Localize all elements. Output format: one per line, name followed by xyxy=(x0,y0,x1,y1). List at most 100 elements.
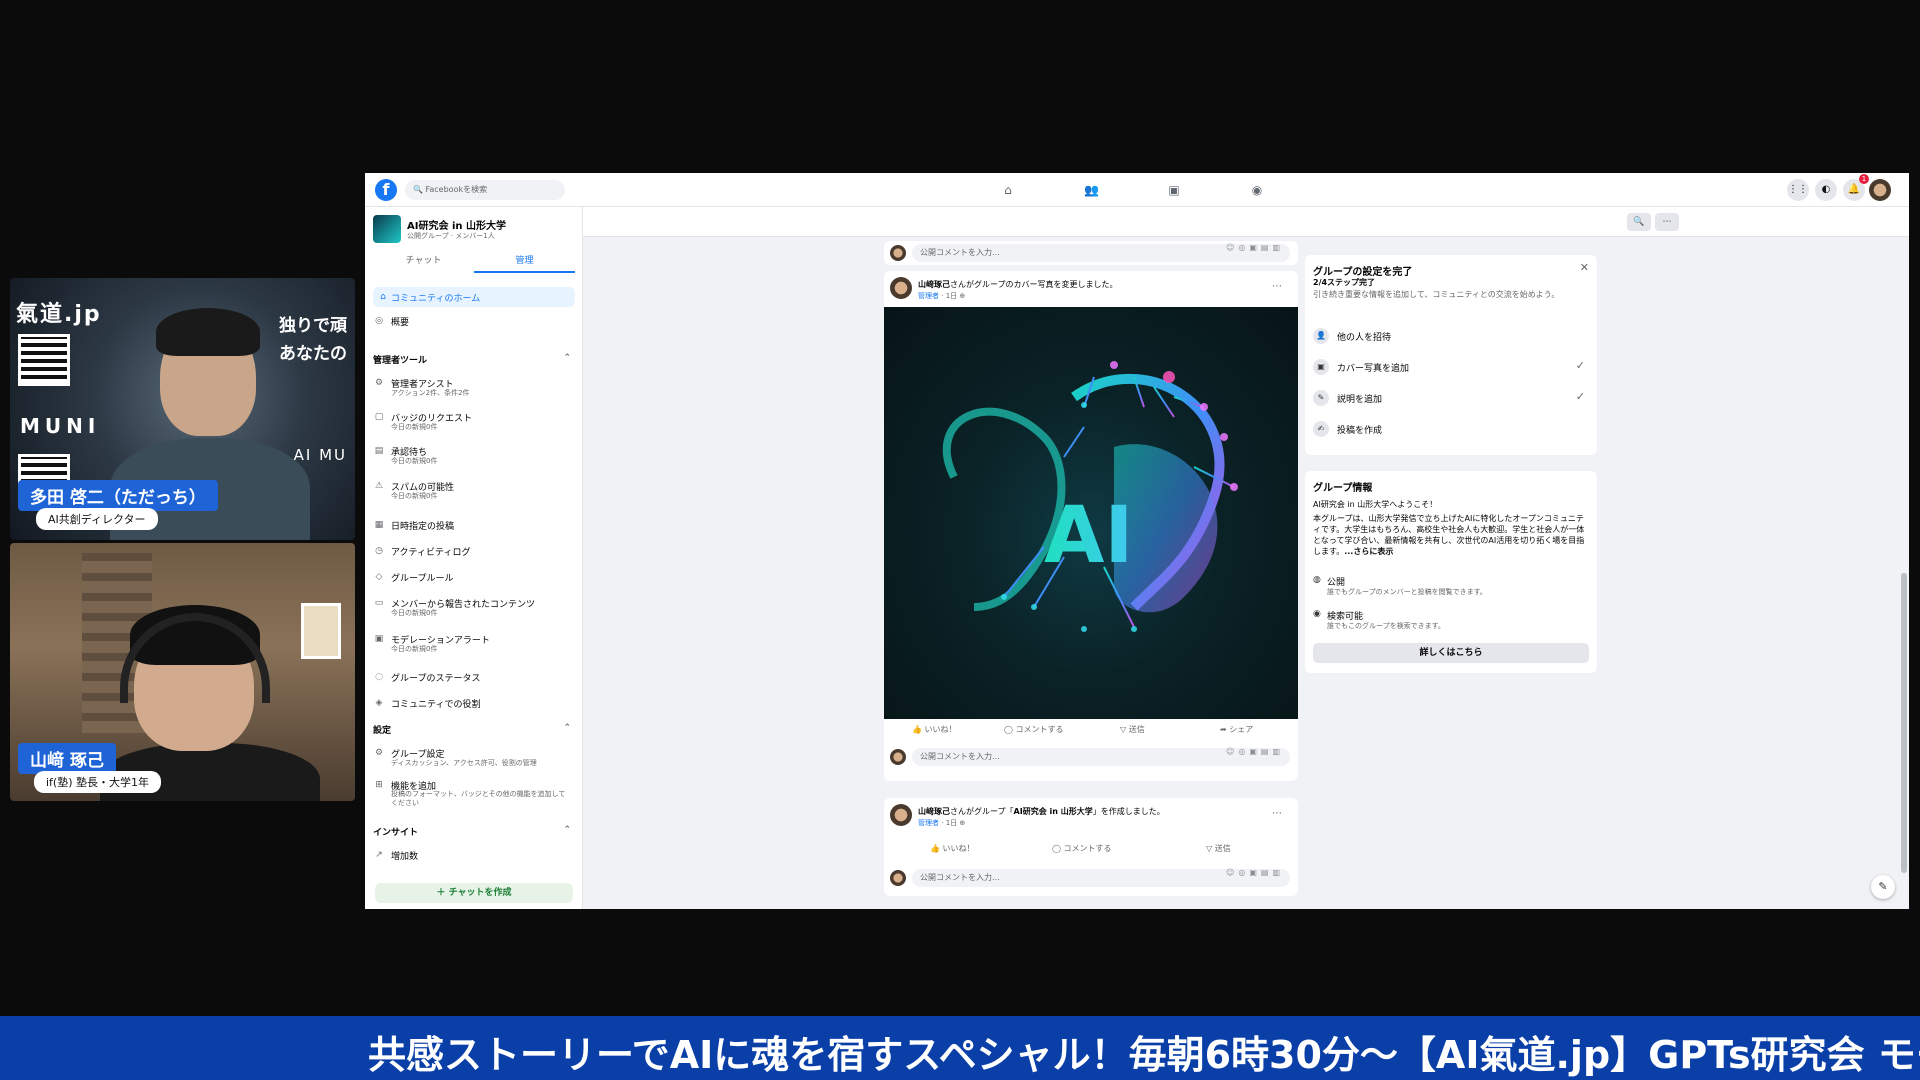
post-group-created: 山﨑琢己さんがグループ「AI研究会 in 山形大学」を作成しました。 管理者 ·… xyxy=(884,798,1298,896)
speaker-name: 山﨑 琢己 xyxy=(18,743,116,774)
more-options-icon[interactable]: ⋯ xyxy=(1272,808,1282,819)
ticker-text: 共感ストーリーでAIに魂を宿すスペシャル！毎朝6時30分〜【AI氣道.jp】GP… xyxy=(368,1033,1920,1077)
image-icon: ▣ xyxy=(1313,359,1329,375)
avatar[interactable] xyxy=(890,804,912,826)
facebook-window: f 🔍 Facebookを検索 ⌂ 👥 ▣ ◉ ⋮⋮ ◐ 🔔 1 AI研究会 i… xyxy=(365,173,1909,909)
post-header: 山﨑琢己さんがグループのカバー写真を変更しました。 管理者 · 1日 ⊕ ⋯ xyxy=(890,277,1290,303)
create-chat-button[interactable]: ＋ チャットを作成 xyxy=(375,883,573,903)
compose-message-icon[interactable]: ✎ xyxy=(1871,875,1895,899)
speaker-role: if(塾) 塾長・大学1年 xyxy=(34,771,162,793)
muni-label: MUNI xyxy=(20,414,101,438)
chart-line-icon: ↗ xyxy=(375,850,383,860)
post-title: 山﨑琢己さんがグループのカバー写真を変更しました。 xyxy=(918,280,1118,289)
comment-button[interactable]: ◯ コメントする xyxy=(1052,838,1112,860)
comment-button[interactable]: ◯ コメントする xyxy=(1004,719,1064,741)
globe-icon: ◍ xyxy=(1313,575,1321,585)
setup-step-cover[interactable]: ▣ カバー写真を追加 ✓ xyxy=(1313,356,1589,378)
post-meta: 管理者 · 1日 ⊕ xyxy=(918,819,966,827)
features-icon: ⊞ xyxy=(375,780,383,790)
facebook-logo[interactable]: f xyxy=(375,179,397,201)
clock-icon: ◷ xyxy=(375,546,383,556)
more-options-icon[interactable]: ⋯ xyxy=(1655,213,1679,231)
marketplace-icon[interactable]: ▣ xyxy=(1167,183,1181,197)
post-cover-photo: 山﨑琢己さんがグループのカバー写真を変更しました。 管理者 · 1日 ⊕ ⋯ A… xyxy=(884,271,1298,781)
person-hair xyxy=(156,308,260,356)
group-subbar: 🔍 ⋯ xyxy=(583,207,1909,237)
search-icon[interactable]: 🔍 xyxy=(1627,213,1651,231)
speaker-role: AI共創ディレクター xyxy=(36,508,158,530)
setup-step-description[interactable]: ✎ 説明を追加 ✓ xyxy=(1313,387,1589,409)
pencil-icon: ✎ xyxy=(1313,390,1329,406)
setup-step-invite[interactable]: 👤 他の人を招待 xyxy=(1313,325,1589,347)
channel-brand: 氣道.jp xyxy=(16,302,102,327)
room-window xyxy=(301,603,341,659)
qr-code-icon xyxy=(18,334,70,386)
learn-more-button[interactable]: 詳しくはこちら xyxy=(1313,643,1589,663)
setup-title: グループの設定を完了 xyxy=(1313,267,1413,278)
status-icon: ◌ xyxy=(375,672,383,682)
tab-chat[interactable]: チャット xyxy=(373,251,474,273)
setup-description: 引き続き重要な情報を追加して、コミュニティとの交流を始めよう。 xyxy=(1313,290,1560,299)
avatar xyxy=(890,245,906,261)
like-button[interactable]: 👍 いいね！ xyxy=(930,838,975,860)
tab-manage[interactable]: 管理 xyxy=(474,251,575,273)
news-ticker: 共感ストーリーでAIに魂を宿すスペシャル！毎朝6時30分〜【AI氣道.jp】GP… xyxy=(0,1016,1920,1080)
setup-step-post[interactable]: ✍ 投稿を作成 xyxy=(1313,418,1589,440)
group-setup-card: グループの設定を完了 ✕ 2/4ステップ完了 引き続き重要な情報を追加して、コミ… xyxy=(1305,255,1597,455)
chevron-up-icon: ⌃ xyxy=(563,723,571,733)
sidebar-item-community-home[interactable]: ⌂ コミュニティのホーム xyxy=(373,287,575,307)
send-button[interactable]: ▽ 送信 xyxy=(1120,719,1145,741)
comment-tools-icon[interactable]: ☺◎▣▤▥ xyxy=(1226,243,1284,252)
overview-icon: ◎ xyxy=(375,316,383,326)
webcam-guest: 山﨑 琢己 if(塾) 塾長・大学1年 xyxy=(10,543,355,801)
comment-card: 公開コメントを入力... ☺◎▣▤▥ xyxy=(884,241,1298,265)
comment-row: 公開コメントを入力... ☺◎▣▤▥ xyxy=(890,868,1292,888)
ai-cover-image[interactable]: AI xyxy=(884,307,1298,719)
profile-avatar[interactable] xyxy=(1869,179,1891,201)
post-header: 山﨑琢己さんがグループ「AI研究会 in 山形大学」を作成しました。 管理者 ·… xyxy=(890,804,1290,830)
alert-icon: ▣ xyxy=(374,634,384,644)
speaker-name: 多田 啓二（ただっち） xyxy=(18,480,218,511)
comment-tools-icon[interactable]: ☺◎▣▤▥ xyxy=(1226,747,1284,756)
group-name: AI研究会 in 山形大学 xyxy=(407,221,506,232)
like-button[interactable]: 👍 いいね！ xyxy=(912,719,957,741)
report-icon: ▭ xyxy=(374,598,384,608)
friends-icon[interactable]: 👥 xyxy=(1084,183,1099,197)
section-settings[interactable]: 設定 ⌃ xyxy=(373,723,575,736)
group-admin-sidebar: AI研究会 in 山形大学 公開グループ · メンバー1人 チャット 管理 ⌂ … xyxy=(365,207,583,909)
post-meta: 管理者 · 1日 ⊕ xyxy=(918,292,966,300)
check-icon: ✓ xyxy=(1575,359,1585,372)
scrollbar[interactable] xyxy=(1901,573,1907,873)
home-icon[interactable]: ⌂ xyxy=(1001,183,1015,197)
close-icon[interactable]: ✕ xyxy=(1580,261,1589,274)
warning-icon: ⚠ xyxy=(374,481,384,491)
comment-tools-icon[interactable]: ☺◎▣▤▥ xyxy=(1226,868,1284,877)
chevron-up-icon: ⌃ xyxy=(563,825,571,835)
share-button[interactable]: ➦ シェア xyxy=(1220,719,1253,741)
background-tagline: 独りで頑 あなたの xyxy=(279,316,347,364)
rules-icon: ◇ xyxy=(375,572,383,582)
post-actions: 👍 いいね！ ◯ コメントする ▽ 送信 xyxy=(884,838,1298,860)
group-info-card: グループ情報 AI研究会 in 山形大学へようこそ！ 本グループは、山形大学発信… xyxy=(1305,471,1597,673)
gear-icon: ⚙ xyxy=(374,748,384,758)
send-button[interactable]: ▽ 送信 xyxy=(1206,838,1231,860)
avatar xyxy=(890,870,906,886)
notification-badge: 1 xyxy=(1859,174,1869,184)
comment-row: 公開コメントを入力... ☺◎▣▤▥ xyxy=(890,243,1292,263)
sidebar-tabs: チャット 管理 xyxy=(373,251,575,273)
section-insights[interactable]: インサイト ⌃ xyxy=(373,825,575,838)
pending-icon: ▤ xyxy=(374,446,384,456)
search-input[interactable]: 🔍 Facebookを検索 xyxy=(405,180,565,200)
compose-icon: ✍ xyxy=(1313,421,1329,437)
groups-icon[interactable]: ◉ xyxy=(1250,183,1264,197)
avatar[interactable] xyxy=(890,277,912,299)
menu-grid-icon[interactable]: ⋮⋮ xyxy=(1787,179,1809,201)
group-header[interactable]: AI研究会 in 山形大学 公開グループ · メンバー1人 xyxy=(373,215,573,245)
setup-progress: 2/4ステップ完了 xyxy=(1313,278,1376,287)
section-admin-tools[interactable]: 管理者ツール ⌃ xyxy=(373,353,575,366)
more-options-icon[interactable]: ⋯ xyxy=(1272,281,1282,292)
group-thumbnail xyxy=(373,215,401,243)
group-description: 本グループは、山形大学発信で立ち上げたAIに特化したオープンコミュニティです。大… xyxy=(1313,514,1585,556)
calendar-icon: ▦ xyxy=(374,520,384,530)
messenger-icon[interactable]: ◐ xyxy=(1815,179,1837,201)
